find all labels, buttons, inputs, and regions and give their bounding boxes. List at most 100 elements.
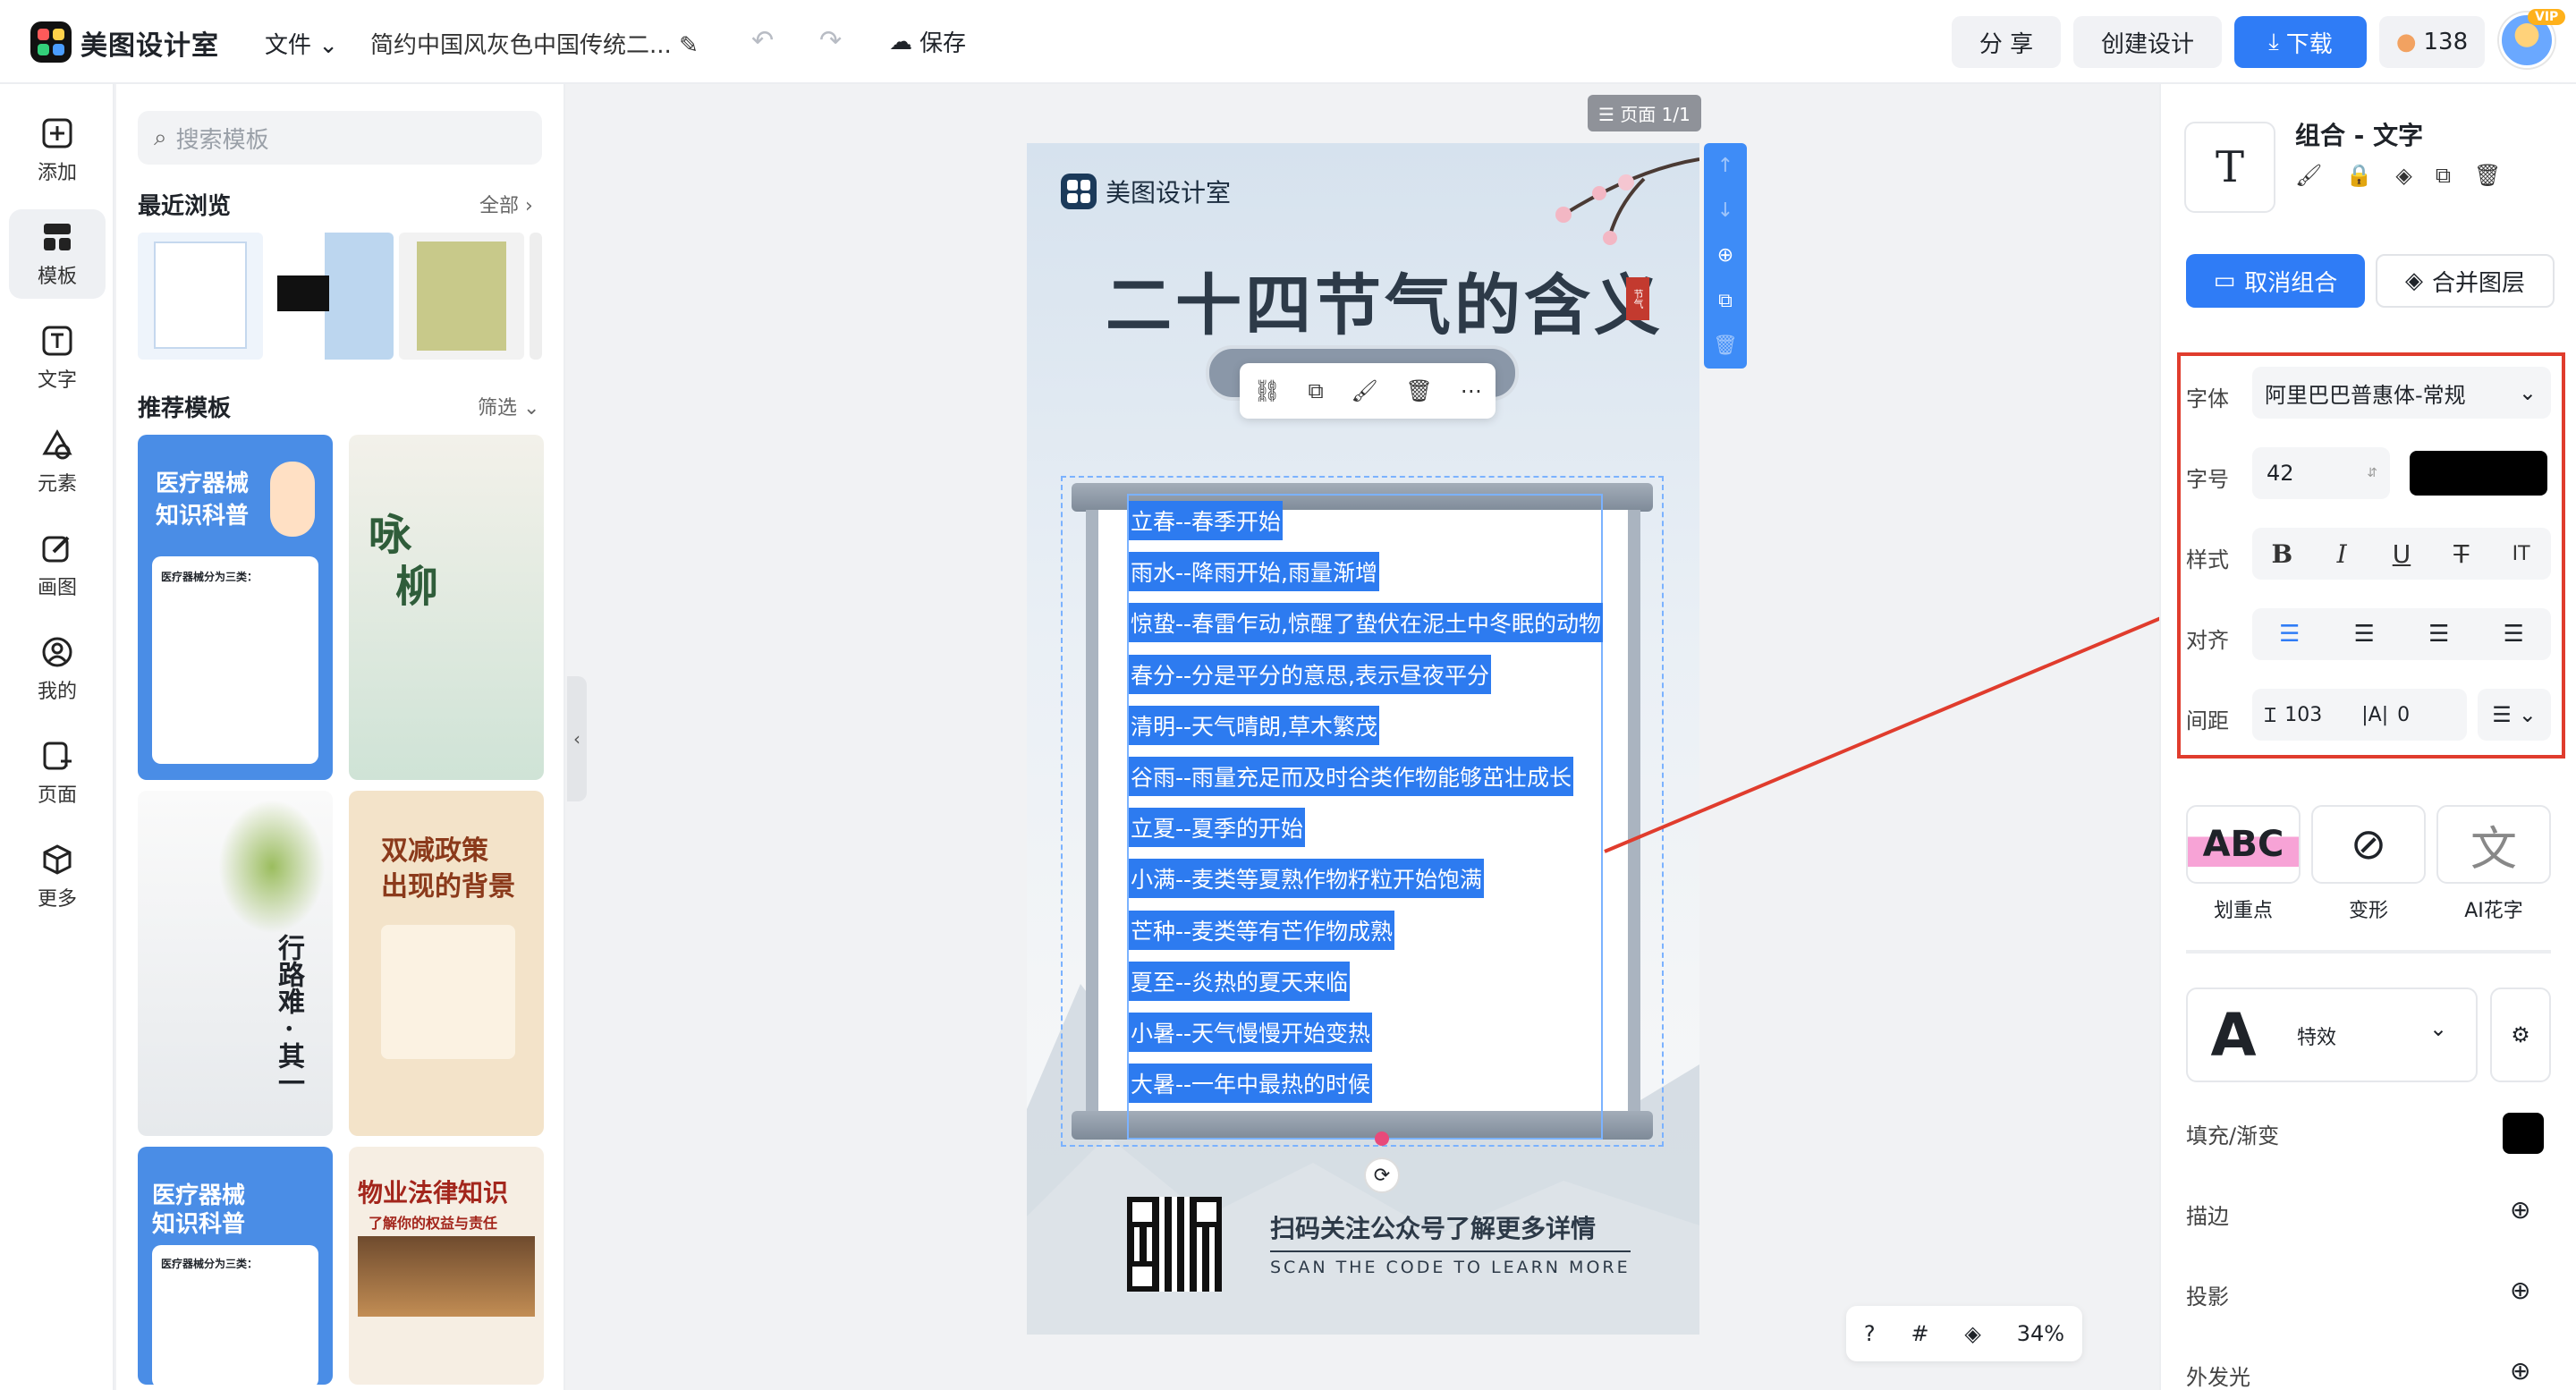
more-icon[interactable]: ⋯	[1461, 378, 1482, 403]
line-height-input[interactable]: 103	[2284, 704, 2322, 726]
red-seal: 节气	[1626, 277, 1649, 320]
italic-icon[interactable]: I	[2312, 539, 2371, 569]
arrow-down-icon[interactable]: ↓	[1717, 199, 1733, 222]
format-painter-icon[interactable]: 🖌	[1351, 378, 1377, 403]
file-menu[interactable]: 文件 ⌄	[265, 27, 338, 60]
text-selection-box[interactable]: 立春--春季开始雨水--降雨开始,雨量渐增惊蛰--春雷乍动,惊醒了蛰伏在泥土中冬…	[1127, 494, 1603, 1140]
poster-text-line[interactable]: 谷雨--雨量充足而及时谷类作物能够茁壮成长	[1129, 757, 1574, 796]
font-size-input[interactable]: 42 ⇵	[2252, 447, 2390, 499]
format-painter-icon[interactable]: 🖌	[2295, 163, 2322, 188]
rail-item-add[interactable]: 添加	[9, 106, 106, 195]
recent-thumb-3[interactable]	[399, 233, 524, 360]
coins-badge[interactable]: ● 138	[2379, 16, 2485, 68]
filter-button[interactable]: 筛选 ⌄	[478, 392, 539, 420]
effect-ai-text-button[interactable]: 文	[2436, 805, 2551, 884]
link-icon[interactable]: ⛓	[1253, 378, 1280, 403]
resize-handle[interactable]	[1375, 1131, 1389, 1146]
redo-icon[interactable]: ↷	[819, 25, 842, 56]
document-title[interactable]: 简约中国风灰色中国传统二... ✎	[370, 27, 699, 60]
letter-spacing-input[interactable]: 0	[2397, 704, 2410, 726]
download-button[interactable]: ⤓ 下载	[2234, 16, 2367, 68]
poster-text-line[interactable]: 清明--天气晴朗,草木繁茂	[1129, 705, 1379, 745]
undo-icon[interactable]: ↶	[751, 25, 774, 56]
effect-highlight-button[interactable]: ABC	[2186, 805, 2301, 884]
align-justify-icon[interactable]: ☰	[2504, 621, 2524, 648]
underline-icon[interactable]: U	[2372, 539, 2431, 569]
search-input[interactable]: ⌕ 搜索模板	[138, 111, 542, 165]
recent-thumb-1[interactable]	[138, 233, 263, 360]
template-card-medical[interactable]: 医疗器械 知识科普 医疗器械分为三类：	[138, 435, 333, 780]
rail-item-more[interactable]: 更多	[9, 832, 106, 921]
font-family-select[interactable]: 阿里巴巴普惠体-常规 ⌄	[2252, 367, 2551, 419]
add-circle-icon[interactable]: ⊕	[1717, 244, 1733, 267]
add-shadow-icon[interactable]: ⊕	[2510, 1276, 2530, 1305]
arrow-up-icon[interactable]: ↑	[1717, 155, 1733, 177]
brand-name[interactable]: 美图设计室	[80, 23, 219, 63]
template-card-willow[interactable]: 咏 柳	[349, 435, 544, 780]
special-effect-select[interactable]: A 特效 ⌄	[2186, 987, 2478, 1082]
help-icon[interactable]: ?	[1864, 1321, 1876, 1346]
recent-all-link[interactable]: 全部 ›	[479, 190, 533, 218]
rail-item-text[interactable]: 文字	[9, 313, 106, 403]
recent-thumb-4[interactable]	[530, 233, 542, 360]
lock-icon[interactable]: 🔒	[2345, 163, 2372, 188]
add-stroke-icon[interactable]: ⊕	[2510, 1195, 2530, 1225]
strikethrough-icon[interactable]: T	[2432, 539, 2491, 569]
add-glow-icon[interactable]: ⊕	[2510, 1356, 2530, 1386]
effect-warp-button[interactable]: ⊘	[2311, 805, 2426, 884]
duplicate-icon[interactable]: ⧉	[1309, 378, 1324, 403]
poster-text-line[interactable]: 芒种--麦类等有芒作物成熟	[1129, 910, 1395, 950]
vertical-text-icon[interactable]: IT	[2492, 543, 2551, 565]
layers-icon[interactable]: ◈	[1964, 1321, 1980, 1346]
grid-icon[interactable]: #	[1911, 1321, 1928, 1346]
template-card-policy[interactable]: 双减政策 出现的背景	[349, 791, 544, 1136]
poster-text-line[interactable]: 小满--麦类等夏熟作物籽粒开始饱满	[1129, 859, 1485, 899]
trash-icon[interactable]: 🗑	[1713, 335, 1738, 357]
poster-text-line[interactable]: 立春--春季开始	[1129, 501, 1284, 540]
recent-thumb-2[interactable]	[268, 233, 394, 360]
poster-text-line[interactable]: 小暑--天气慢慢开始变热	[1129, 1013, 1373, 1052]
fill-color-swatch[interactable]	[2503, 1113, 2544, 1154]
trash-icon[interactable]: 🗑	[2474, 163, 2501, 188]
effect-settings-button[interactable]: ⚙	[2490, 987, 2551, 1082]
merge-layers-button[interactable]: ◈ 合并图层	[2376, 254, 2555, 308]
poster-text-line[interactable]: 春分--分是平分的意思,表示昼夜平分	[1129, 654, 1491, 694]
align-left-icon[interactable]: ☰	[2279, 621, 2300, 648]
page-indicator[interactable]: ☰ 页面 1/1	[1588, 95, 1701, 131]
align-right-icon[interactable]: ☰	[2428, 621, 2449, 648]
poster-title[interactable]: 二十四节气的含义	[1106, 252, 1664, 348]
collapse-panel-handle[interactable]: ‹	[567, 676, 587, 801]
layers-icon[interactable]: ◈	[2395, 163, 2411, 188]
poster-text-line[interactable]: 雨水--降雨开始,雨量渐增	[1129, 552, 1379, 592]
rail-item-templates[interactable]: 模板	[9, 209, 106, 299]
align-center-icon[interactable]: ☰	[2354, 621, 2375, 648]
layers-icon: ◈	[2404, 267, 2423, 294]
rail-item-draw[interactable]: 画图	[9, 521, 106, 610]
ungroup-button[interactable]: ▭ 取消组合	[2186, 254, 2365, 308]
zoom-level[interactable]: 34%	[2017, 1321, 2064, 1346]
template-card-body	[381, 925, 515, 1059]
rail-item-pages[interactable]: 页面	[9, 728, 106, 818]
delete-icon[interactable]: 🗑	[1405, 378, 1432, 403]
share-button[interactable]: 分 享	[1952, 16, 2061, 68]
create-design-button[interactable]: 创建设计	[2073, 16, 2222, 68]
save-button[interactable]: ☁ 保存	[889, 25, 966, 58]
copy-icon[interactable]: ⧉	[2436, 163, 2451, 188]
poster-text-line[interactable]: 立夏--夏季的开始	[1129, 808, 1306, 848]
poster-text-line[interactable]: 夏至--炎热的夏天来临	[1129, 961, 1351, 1001]
bold-icon[interactable]: B	[2252, 539, 2311, 569]
poster-text-line[interactable]: 大暑--一年中最热的时候	[1129, 1064, 1373, 1104]
template-card-medical-2[interactable]: 医疗器械 知识科普 医疗器械分为三类：	[138, 1147, 333, 1385]
copy-icon[interactable]: ⧉	[1718, 290, 1733, 312]
rail-item-elements[interactable]: 元素	[9, 417, 106, 506]
chevron-down-icon: ⌄	[318, 32, 339, 59]
list-style-select[interactable]: ☰ ⌄	[2478, 689, 2551, 741]
template-card-property[interactable]: 物业法律知识 了解你的权益与责任	[349, 1147, 544, 1385]
text-lines[interactable]: 立春--春季开始雨水--降雨开始,雨量渐增惊蛰--春雷乍动,惊醒了蛰伏在泥土中冬…	[1129, 496, 1605, 1141]
logo-icon[interactable]	[30, 21, 72, 63]
rotate-handle-icon[interactable]: ⟳	[1364, 1157, 1400, 1193]
poster-text-line[interactable]: 惊蛰--春雷乍动,惊醒了蛰伏在泥土中冬眠的动物	[1129, 603, 1603, 643]
font-color-swatch[interactable]	[2410, 451, 2547, 496]
template-card-poem[interactable]: 行路难 · 其一	[138, 791, 333, 1136]
rail-item-mine[interactable]: 我的	[9, 624, 106, 714]
